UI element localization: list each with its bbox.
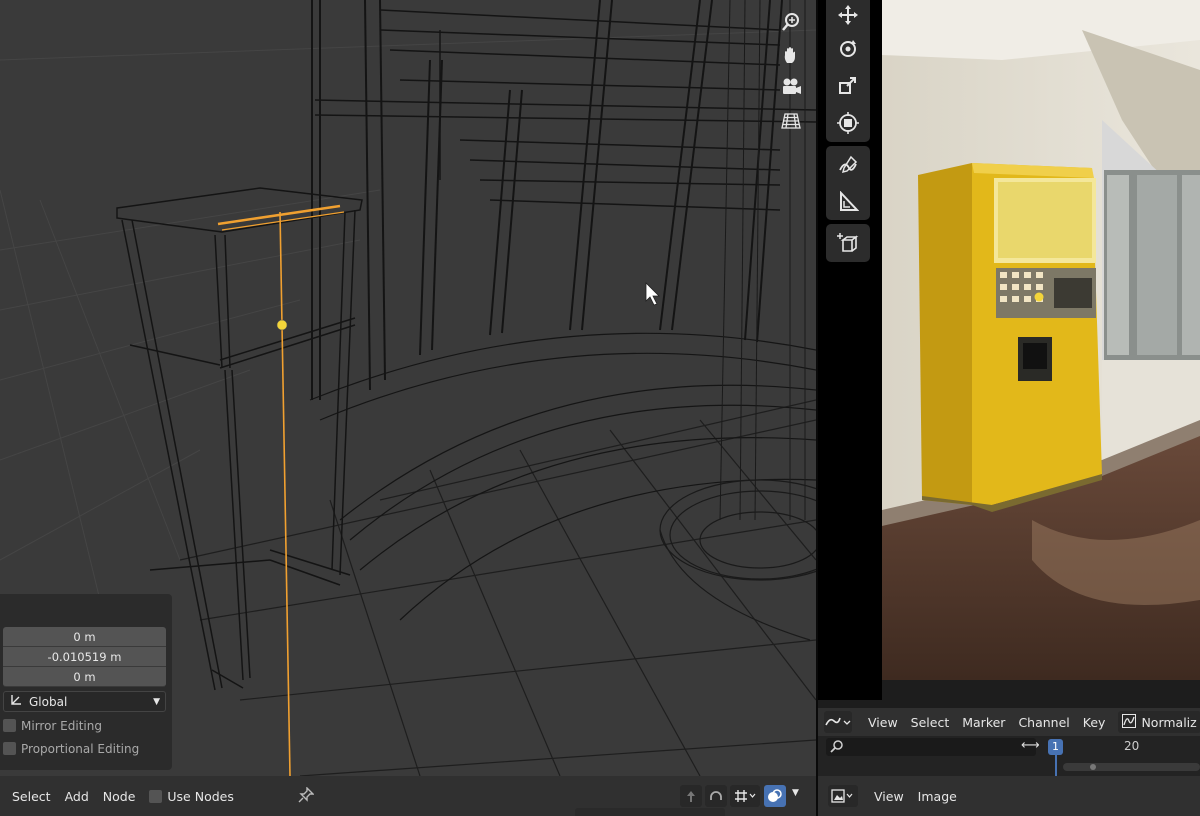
editor-type-image-icon[interactable]: [828, 785, 858, 807]
menu-node[interactable]: Node: [103, 789, 136, 804]
image-editor-header: View Image: [818, 776, 1200, 816]
scroll-handle[interactable]: [1090, 764, 1096, 770]
chevron-down-icon[interactable]: ▼: [792, 788, 799, 798]
rotate-icon[interactable]: [826, 30, 870, 67]
location-y-field[interactable]: -0.010519 m: [3, 647, 166, 667]
annotate-tools-group: [826, 146, 870, 220]
search-icon: [830, 739, 844, 756]
measure-icon[interactable]: [826, 183, 870, 220]
snap-target-icon[interactable]: [730, 785, 760, 807]
orientation-axes-icon: [9, 693, 23, 710]
location-z-field[interactable]: 0 m: [3, 667, 166, 687]
render-image: [882, 0, 1200, 680]
mirror-editing-toggle[interactable]: Mirror Editing: [3, 714, 166, 737]
menu-key[interactable]: Key: [1083, 715, 1106, 730]
adjust-last-operation-panel: 0 m -0.010519 m 0 m Global ▼ Mirror Edit…: [0, 594, 172, 770]
proportional-editing-label: Proportional Editing: [21, 741, 140, 756]
proportional-editing-checkbox[interactable]: [3, 742, 16, 755]
grid-icon[interactable]: [776, 106, 806, 136]
orientation-dropdown[interactable]: Global ▼: [3, 691, 166, 712]
proportional-editing-toggle[interactable]: Proportional Editing: [3, 737, 166, 760]
hand-pan-icon[interactable]: [776, 40, 806, 70]
channel-search-input[interactable]: [826, 738, 1036, 756]
orientation-value: Global: [29, 694, 68, 709]
use-nodes-toggle[interactable]: Use Nodes: [149, 788, 234, 804]
3d-viewport[interactable]: 0 m -0.010519 m 0 m Global ▼ Mirror Edit…: [0, 0, 816, 776]
move-icon[interactable]: [826, 0, 870, 30]
transform-tools-group: [826, 0, 870, 142]
camera-icon[interactable]: [776, 72, 806, 102]
pin-icon[interactable]: [298, 786, 315, 806]
render-preview: [882, 0, 1200, 680]
add-tools-group: [826, 224, 870, 262]
current-frame-indicator[interactable]: 1: [1048, 739, 1063, 755]
location-x-field[interactable]: 0 m: [3, 627, 166, 647]
mirror-editing-checkbox[interactable]: [3, 719, 16, 732]
normalize-icon: [1122, 713, 1137, 731]
region-tab-stub: [575, 808, 725, 816]
menu-view[interactable]: View: [868, 715, 898, 730]
editor-type-graph-icon[interactable]: [824, 711, 852, 733]
annotate-icon[interactable]: [826, 146, 870, 183]
menu-channel[interactable]: Channel: [1018, 715, 1069, 730]
chevron-down-icon: ▼: [153, 696, 160, 707]
timeline-scrollbar[interactable]: [1063, 763, 1200, 771]
menu-image[interactable]: Image: [918, 789, 957, 804]
use-nodes-checkbox[interactable]: [149, 789, 163, 803]
scale-icon[interactable]: [826, 67, 870, 104]
menu-view[interactable]: View: [874, 789, 904, 804]
playhead-line: [1055, 755, 1057, 776]
snap-icon[interactable]: [705, 785, 727, 807]
graph-editor-channel-row: ⟷ 1 20: [818, 736, 1200, 776]
normalize-label: Normaliz: [1141, 714, 1197, 730]
graph-editor-header: View Select Marker Channel Key Normaliz: [818, 708, 1200, 736]
frame-tick-label: 20: [1124, 739, 1140, 753]
menu-select[interactable]: Select: [12, 789, 51, 804]
zoom-icon[interactable]: [776, 7, 806, 37]
add-cube-icon[interactable]: [826, 224, 870, 261]
transform-icon[interactable]: [826, 104, 870, 141]
overlays-icon[interactable]: [764, 785, 786, 807]
menu-marker[interactable]: Marker: [962, 715, 1005, 730]
menu-select[interactable]: Select: [911, 715, 950, 730]
node-editor-header: Select Add Node Use Nodes ▼: [0, 776, 816, 816]
tool-shelf: [818, 0, 882, 700]
normalize-toggle[interactable]: Normaliz: [1118, 711, 1200, 733]
use-nodes-label: Use Nodes: [167, 788, 234, 804]
swap-arrows-icon[interactable]: ⟷: [1021, 738, 1040, 753]
menu-add[interactable]: Add: [65, 789, 89, 804]
parent-node-tree-icon[interactable]: [680, 785, 702, 807]
mirror-editing-label: Mirror Editing: [21, 718, 102, 733]
